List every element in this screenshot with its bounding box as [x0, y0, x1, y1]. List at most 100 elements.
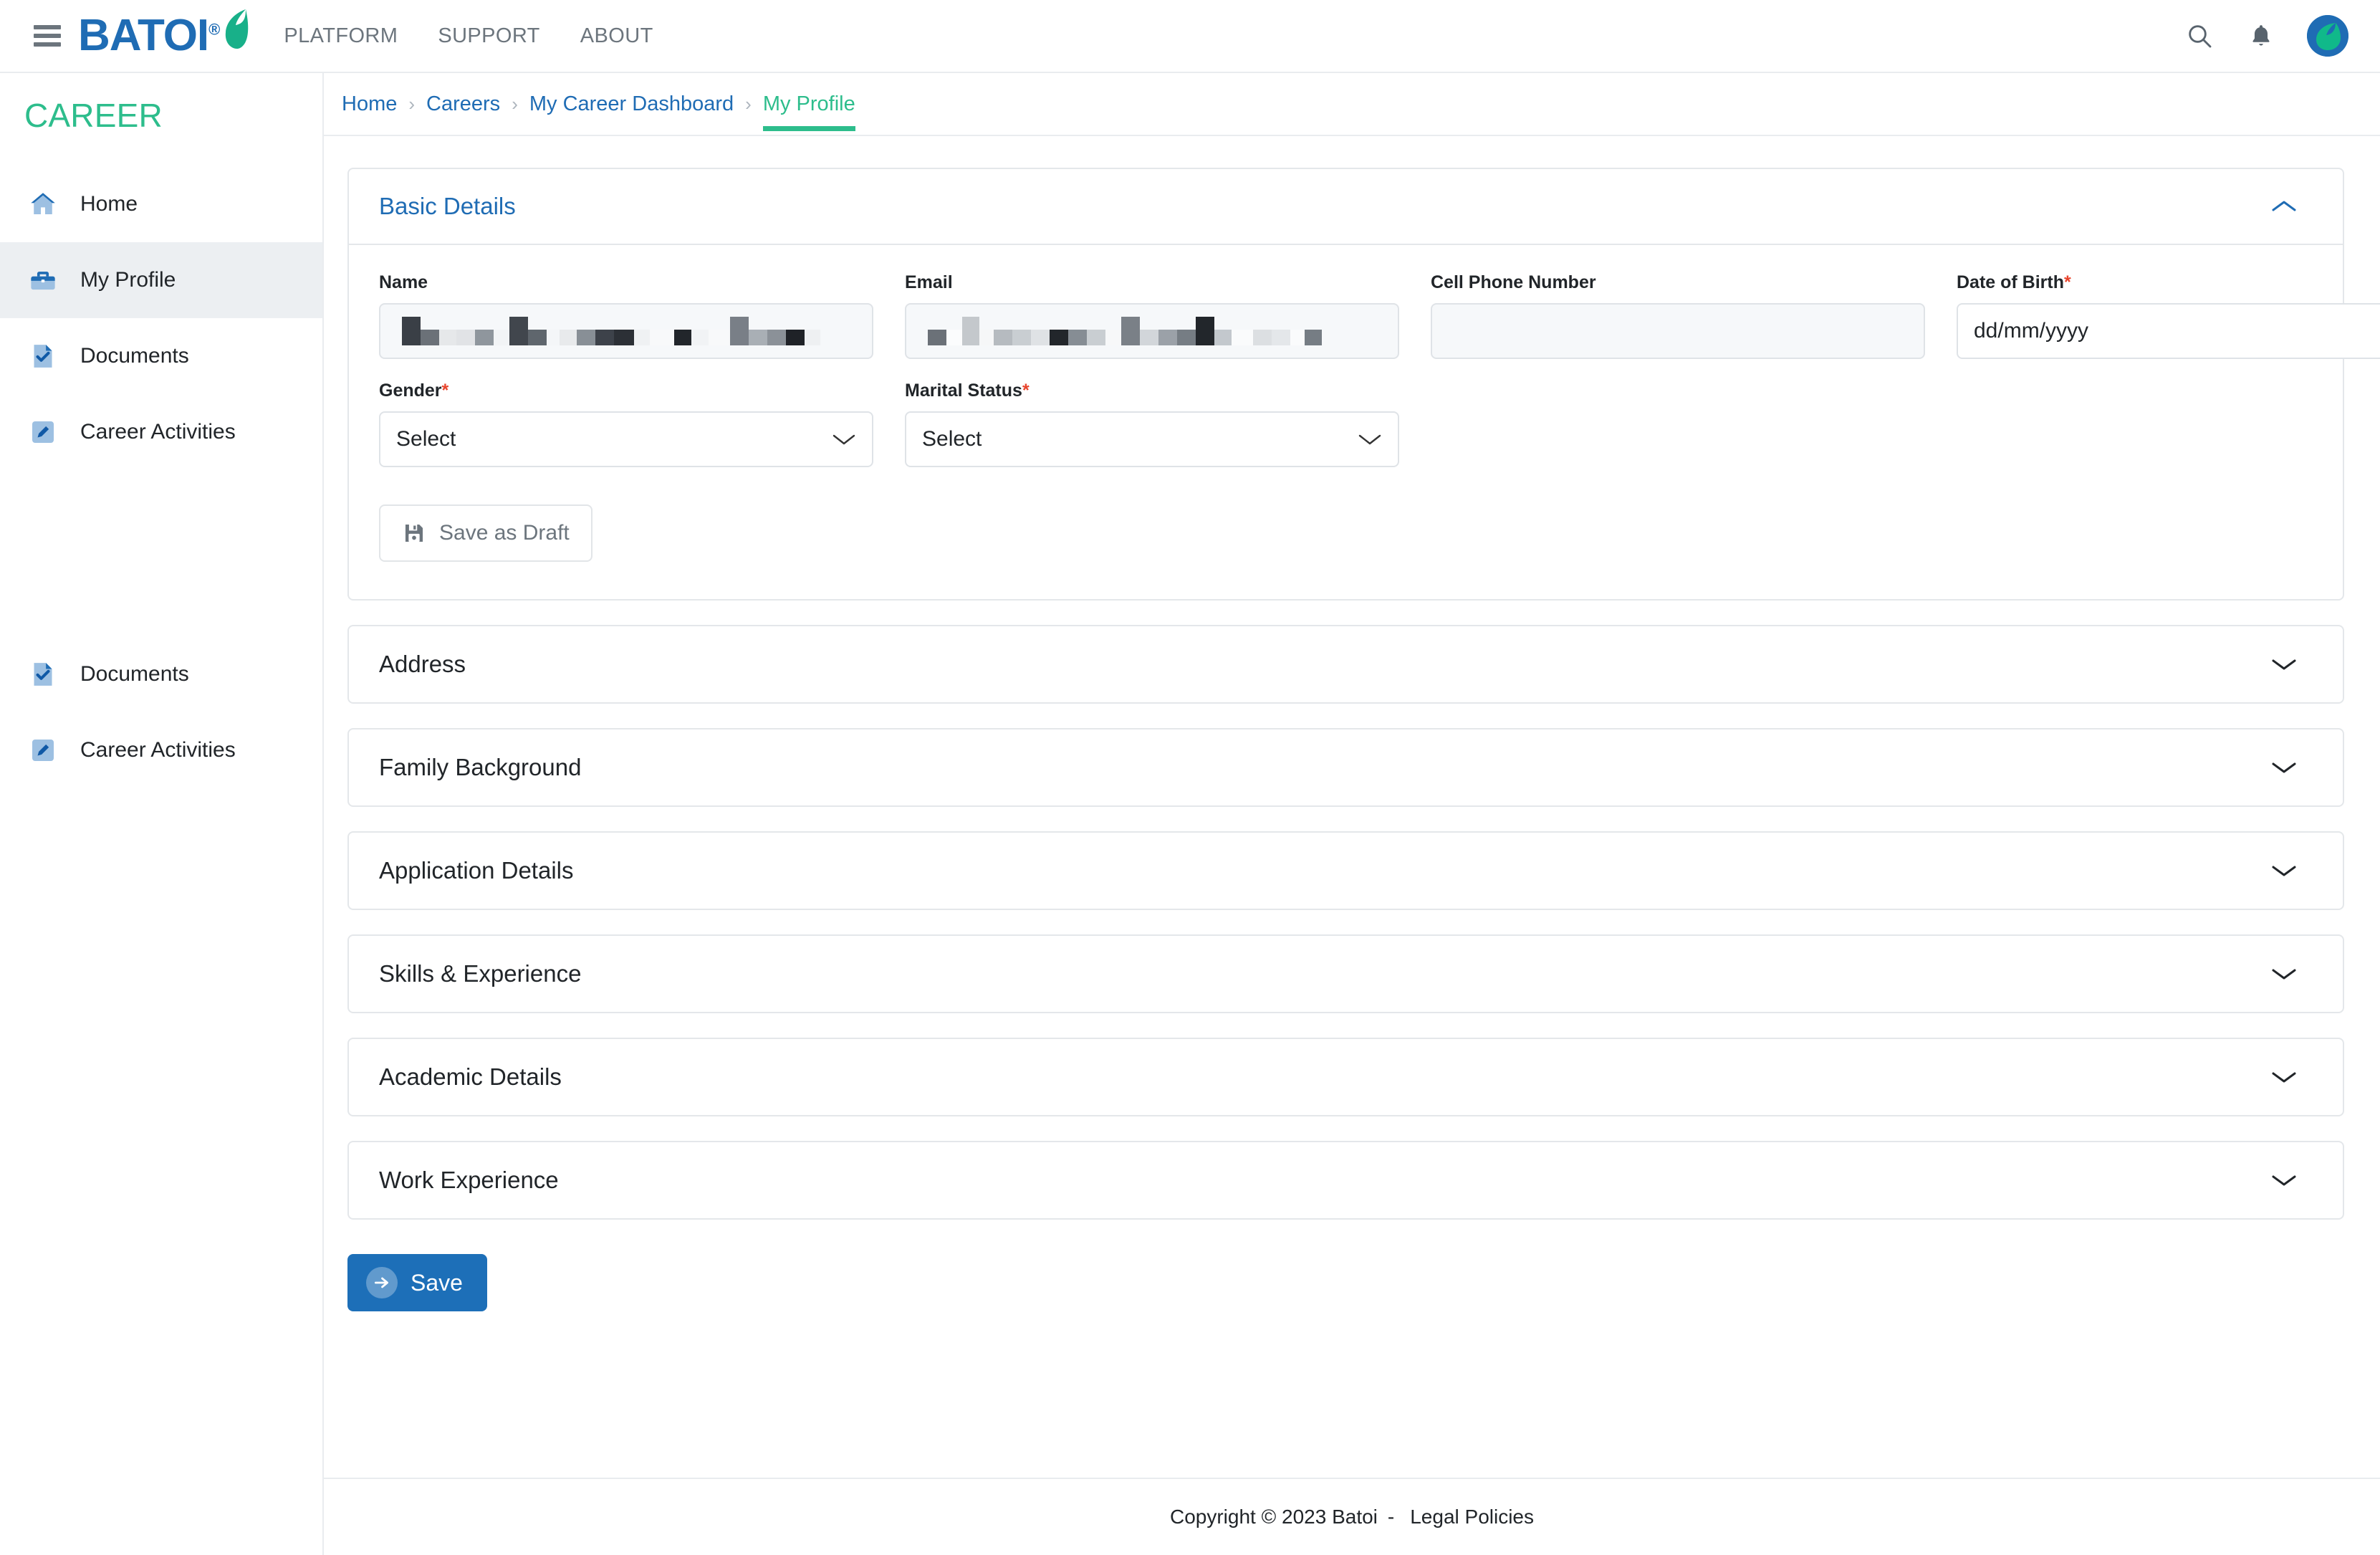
- nav-item-about[interactable]: ABOUT: [560, 0, 673, 72]
- section-family-background-header[interactable]: Family Background: [349, 729, 2343, 805]
- email-input[interactable]: [905, 303, 1399, 359]
- nav-item-support[interactable]: SUPPORT: [418, 0, 560, 72]
- document-check-icon: [27, 659, 59, 690]
- chevron-right-icon: ›: [745, 92, 752, 115]
- footer: Copyright © 2023 Batoi - Legal Policies: [324, 1478, 2380, 1555]
- section-work-experience: Work Experience: [347, 1141, 2344, 1220]
- section-title: Basic Details: [379, 193, 516, 219]
- section-title: Family Background: [379, 754, 582, 780]
- email-label: Email: [905, 272, 953, 292]
- sidebar-item-documents-secondary[interactable]: Documents: [0, 636, 322, 712]
- chevron-down-icon[interactable]: [2270, 656, 2298, 673]
- redacted-value: [402, 317, 820, 345]
- section-title: Work Experience: [379, 1167, 559, 1193]
- label-text: Gender: [379, 381, 442, 401]
- chevron-down-icon[interactable]: [2270, 1068, 2298, 1086]
- save-button[interactable]: Save: [347, 1254, 487, 1311]
- breadcrumb-item-my-career-dashboard[interactable]: My Career Dashboard: [529, 92, 734, 116]
- gender-select[interactable]: Select: [379, 411, 873, 467]
- save-button-label: Save: [411, 1269, 463, 1296]
- section-family-background: Family Background: [347, 728, 2344, 807]
- field-email: Email: [905, 272, 1399, 359]
- breadcrumb-item-my-profile[interactable]: My Profile: [762, 92, 855, 131]
- avatar[interactable]: [2307, 15, 2348, 57]
- section-basic-details-body: Name Email Cell Phone Number Date of Bir…: [349, 245, 2380, 599]
- chevron-right-icon: ›: [408, 92, 416, 115]
- logo-wordmark: BATOI: [78, 11, 209, 60]
- field-date-of-birth: Date of Birth* dd/mm/yyyy: [1957, 272, 2380, 359]
- date-of-birth-input[interactable]: dd/mm/yyyy: [1957, 303, 2380, 359]
- footer-separator: -: [1387, 1506, 1395, 1528]
- section-academic-details-header[interactable]: Academic Details: [349, 1039, 2343, 1115]
- chevron-down-icon: [1358, 434, 1381, 445]
- required-marker: *: [2064, 272, 2071, 292]
- save-as-draft-button[interactable]: Save as Draft: [379, 504, 592, 562]
- briefcase-icon: [27, 264, 59, 296]
- sidebar-item-label: Career Activities: [80, 420, 236, 444]
- field-cell-phone: Cell Phone Number: [1431, 272, 1925, 359]
- breadcrumb-item-careers[interactable]: Careers: [426, 92, 500, 116]
- sidebar: CAREER Home My Profile Documents Career …: [0, 73, 324, 1555]
- bell-icon[interactable]: [2245, 20, 2277, 52]
- label-text: Marital Status: [905, 381, 1022, 401]
- form-row-1: Name Email Cell Phone Number Date of Bir…: [379, 272, 2380, 359]
- sidebar-nav: Home My Profile Documents Career Activit…: [0, 166, 322, 788]
- chevron-down-icon[interactable]: [2270, 862, 2298, 879]
- marital-status-label: Marital Status*: [905, 381, 1399, 401]
- sidebar-item-documents[interactable]: Documents: [0, 318, 322, 394]
- name-label: Name: [379, 272, 428, 292]
- legal-policies-link[interactable]: Legal Policies: [1410, 1506, 1534, 1528]
- hamburger-icon[interactable]: [34, 25, 61, 47]
- sidebar-item-home[interactable]: Home: [0, 166, 322, 242]
- sidebar-item-label: Career Activities: [80, 738, 236, 762]
- section-skills-experience: Skills & Experience: [347, 934, 2344, 1013]
- breadcrumb-item-home[interactable]: Home: [342, 92, 397, 116]
- pencil-icon: [27, 416, 59, 448]
- section-skills-experience-header[interactable]: Skills & Experience: [349, 936, 2343, 1012]
- marital-status-selected-value: Select: [922, 427, 982, 451]
- section-title: Academic Details: [379, 1063, 562, 1090]
- search-icon[interactable]: [2184, 20, 2215, 52]
- home-icon: [27, 188, 59, 220]
- sidebar-item-label: Documents: [80, 344, 189, 368]
- header-actions: [2184, 15, 2348, 57]
- section-work-experience-header[interactable]: Work Experience: [349, 1142, 2343, 1218]
- label-text: Date of Birth: [1957, 272, 2064, 292]
- cell-phone-label: Cell Phone Number: [1431, 272, 1596, 292]
- chevron-down-icon[interactable]: [2270, 965, 2298, 982]
- chevron-down-icon[interactable]: [2270, 1172, 2298, 1189]
- chevron-down-icon[interactable]: [2270, 759, 2298, 776]
- marital-status-select[interactable]: Select: [905, 411, 1399, 467]
- sidebar-title: CAREER: [24, 97, 163, 134]
- redacted-value: [928, 317, 1322, 345]
- sidebar-item-career-activities[interactable]: Career Activities: [0, 394, 322, 470]
- sidebar-item-label: Home: [80, 192, 138, 216]
- sidebar-item-my-profile[interactable]: My Profile: [0, 242, 322, 318]
- date-of-birth-label: Date of Birth*: [1957, 272, 2380, 293]
- pencil-icon: [27, 735, 59, 766]
- field-marital-status: Marital Status* Select: [905, 381, 1399, 467]
- nav-item-platform[interactable]: PLATFORM: [264, 0, 418, 72]
- section-academic-details: Academic Details: [347, 1038, 2344, 1116]
- batoi-logo[interactable]: BATOI®: [78, 9, 249, 60]
- section-title: Address: [379, 651, 466, 677]
- section-title: Application Details: [379, 857, 574, 884]
- section-basic-details-header[interactable]: Basic Details: [349, 169, 2343, 245]
- cell-phone-input[interactable]: [1431, 303, 1925, 359]
- section-address-header[interactable]: Address: [349, 626, 2343, 702]
- required-marker: *: [441, 381, 449, 401]
- field-name: Name: [379, 272, 873, 359]
- chevron-up-icon[interactable]: [2270, 198, 2298, 215]
- name-input[interactable]: [379, 303, 873, 359]
- copyright-text: Copyright © 2023 Batoi: [1169, 1506, 1378, 1528]
- sidebar-item-career-activities-secondary[interactable]: Career Activities: [0, 712, 322, 788]
- sidebar-item-label: My Profile: [80, 268, 176, 292]
- top-header: BATOI® PLATFORM SUPPORT ABOUT: [0, 0, 2380, 73]
- chevron-down-icon: [832, 434, 855, 445]
- main-content: Home › Careers › My Career Dashboard › M…: [324, 73, 2380, 1555]
- sidebar-item-label: Documents: [80, 662, 189, 686]
- avatar-logo-icon: [2307, 15, 2348, 57]
- section-application-details-header[interactable]: Application Details: [349, 833, 2343, 909]
- section-title: Skills & Experience: [379, 960, 582, 987]
